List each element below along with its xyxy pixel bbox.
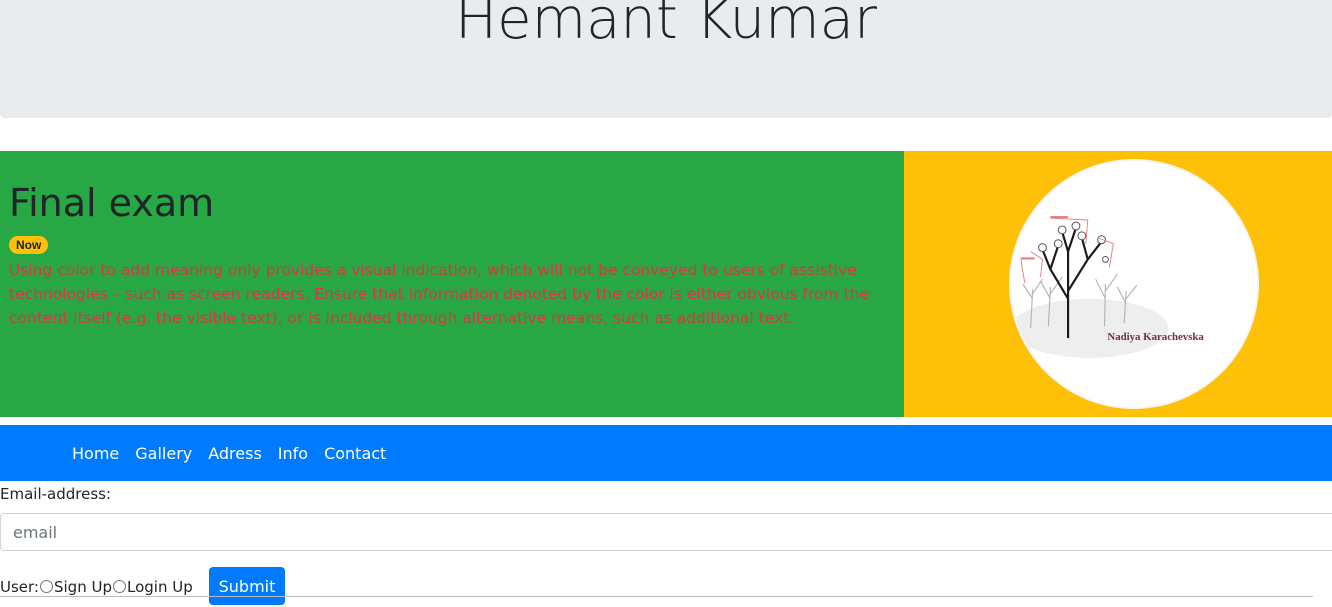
user-label: User:: [0, 578, 39, 596]
image-panel: Nadiya Karachevska: [904, 151, 1332, 417]
page-title: Hemant Kumar: [455, 0, 877, 52]
divider: [0, 596, 1313, 597]
user-type-row: User: Sign Up Login Up: [0, 567, 193, 607]
exam-description: Using color to add meaning only provides…: [9, 261, 869, 327]
email-input[interactable]: [0, 513, 1332, 551]
image-caption: Nadiya Karachevska: [1107, 331, 1204, 343]
nav-gallery[interactable]: Gallery: [135, 444, 192, 463]
exam-panel: Final exam Now Using color to add meanin…: [0, 151, 904, 417]
now-badge: Now: [9, 236, 49, 254]
exam-title: Final exam: [9, 181, 215, 225]
nav-contact[interactable]: Contact: [324, 444, 386, 463]
nav-adress[interactable]: Adress: [208, 444, 262, 463]
signup-label: Sign Up: [53, 578, 112, 596]
login-radio[interactable]: [112, 580, 126, 593]
nav-info[interactable]: Info: [278, 444, 308, 463]
signup-radio[interactable]: [39, 580, 53, 593]
main-navbar: Home Gallery Adress Info Contact: [0, 425, 1332, 481]
email-label: Email-address:: [0, 485, 112, 503]
login-label: Login Up: [126, 578, 193, 596]
nav-list: Home Gallery Adress Info Contact: [72, 425, 402, 481]
profile-image: Nadiya Karachevska: [1009, 159, 1259, 409]
submit-button[interactable]: Submit: [209, 567, 285, 605]
tree-illustration: Nadiya Karachevska: [1011, 161, 1257, 407]
header-jumbotron: Hemant Kumar: [0, 0, 1332, 118]
nav-home[interactable]: Home: [72, 444, 119, 463]
